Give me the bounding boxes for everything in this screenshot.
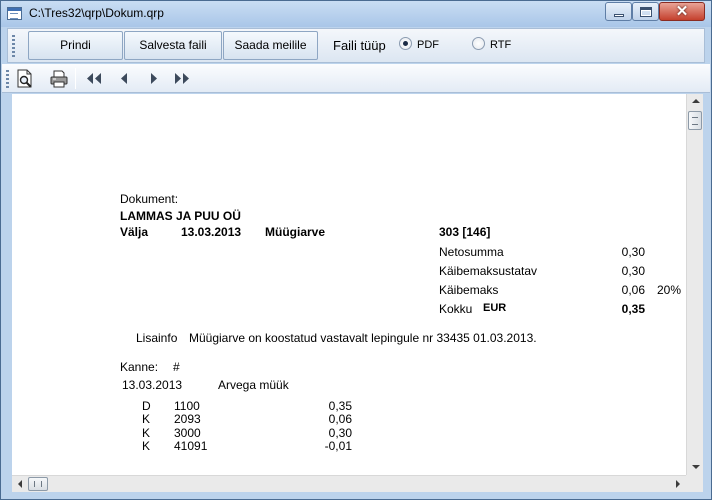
report-viewer-window: C:\Tres32\qrp\Dokum.qrp ✕ Prindi Salvest… [0, 0, 712, 500]
app-window-icon [7, 7, 22, 20]
document-type: Müügiarve [265, 225, 326, 239]
close-button[interactable]: ✕ [659, 2, 705, 21]
scroll-left-icon[interactable] [18, 480, 22, 488]
vertical-scroll-thumb[interactable] [688, 111, 702, 130]
taxable-value: 0,30 [621, 264, 645, 278]
entry-side: K [142, 412, 151, 426]
document-direction: Välja [120, 225, 149, 239]
scroll-up-icon[interactable] [692, 99, 700, 103]
entry-account: 2093 [174, 412, 201, 426]
net-amount-label: Netosumma [439, 245, 504, 259]
close-icon: ✕ [675, 3, 689, 20]
send-email-button[interactable]: Saada meilile [223, 31, 318, 60]
entry-side: K [142, 439, 151, 453]
rtf-radio[interactable] [472, 37, 485, 50]
toolbar-separator [75, 68, 76, 89]
minimize-button[interactable] [605, 2, 632, 21]
horizontal-scroll-thumb[interactable] [28, 477, 48, 491]
entry-number: # [173, 360, 180, 374]
first-page-icon[interactable] [84, 69, 104, 88]
entry-side: D [142, 399, 151, 413]
entry-amount: 0,30 [328, 426, 352, 440]
entry-amount: 0,35 [328, 399, 352, 413]
previous-page-icon[interactable] [114, 69, 134, 88]
entry-label: Kanne: [120, 360, 159, 374]
vat-rate: 20% [657, 283, 682, 297]
document-date: 13.03.2013 [181, 225, 242, 239]
net-amount-value: 0,30 [621, 245, 645, 259]
next-page-icon[interactable] [144, 69, 164, 88]
vat-label: Käibemaks [439, 283, 499, 297]
toolbar-grip[interactable] [6, 70, 9, 88]
vat-value: 0,06 [621, 283, 645, 297]
entry-account: 41091 [174, 439, 208, 453]
scrollbar-corner [686, 475, 703, 492]
info-text: Müügiarve on koostatud vastavalt lepingu… [189, 331, 537, 345]
scroll-down-icon[interactable] [692, 465, 700, 469]
document-heading: Dokument: [120, 192, 179, 206]
entry-description: Arvega müük [218, 378, 289, 392]
maximize-button[interactable] [632, 2, 659, 21]
entry-account: 1100 [174, 399, 200, 413]
report-page: Dokument: LAMMAS JA PUU OÜ Välja 13.03.2… [12, 94, 686, 475]
taxable-label: Käibemaksustatav [439, 264, 538, 278]
file-type-label: Faili tüüp [333, 38, 386, 53]
horizontal-scrollbar[interactable] [12, 475, 686, 492]
pdf-radio-label[interactable]: PDF [417, 39, 439, 51]
entry-amount: -0,01 [324, 439, 352, 453]
print-button[interactable]: Prindi [28, 31, 123, 60]
window-title: C:\Tres32\qrp\Dokum.qrp [29, 6, 164, 20]
entry-date: 13.03.2013 [122, 378, 183, 392]
scroll-right-icon[interactable] [676, 480, 680, 488]
last-page-icon[interactable] [172, 69, 192, 88]
minimize-icon [614, 14, 624, 17]
total-currency: EUR [483, 302, 507, 314]
entry-amount: 0,06 [328, 412, 352, 426]
vertical-scrollbar[interactable] [686, 94, 703, 475]
pdf-radio[interactable] [399, 37, 412, 50]
title-bar[interactable]: C:\Tres32\qrp\Dokum.qrp ✕ [1, 1, 711, 27]
info-label: Lisainfo [136, 331, 178, 345]
navigation-toolbar [2, 64, 710, 93]
save-to-file-button[interactable]: Salvesta faili [124, 31, 222, 60]
preview-icon[interactable] [15, 69, 35, 88]
entry-account: 3000 [174, 426, 201, 440]
rtf-radio-label[interactable]: RTF [490, 39, 511, 51]
entry-side: K [142, 426, 151, 440]
maximize-icon [640, 7, 652, 17]
export-toolbar: Prindi Salvesta faili Saada meilile Fail… [7, 28, 705, 63]
company-name: LAMMAS JA PUU OÜ [120, 209, 241, 223]
toolbar-grip[interactable] [12, 35, 15, 57]
total-label: Kokku [439, 302, 473, 316]
total-value: 0,35 [621, 302, 645, 316]
document-number: 303 [146] [439, 225, 491, 239]
printer-icon[interactable] [49, 69, 69, 88]
